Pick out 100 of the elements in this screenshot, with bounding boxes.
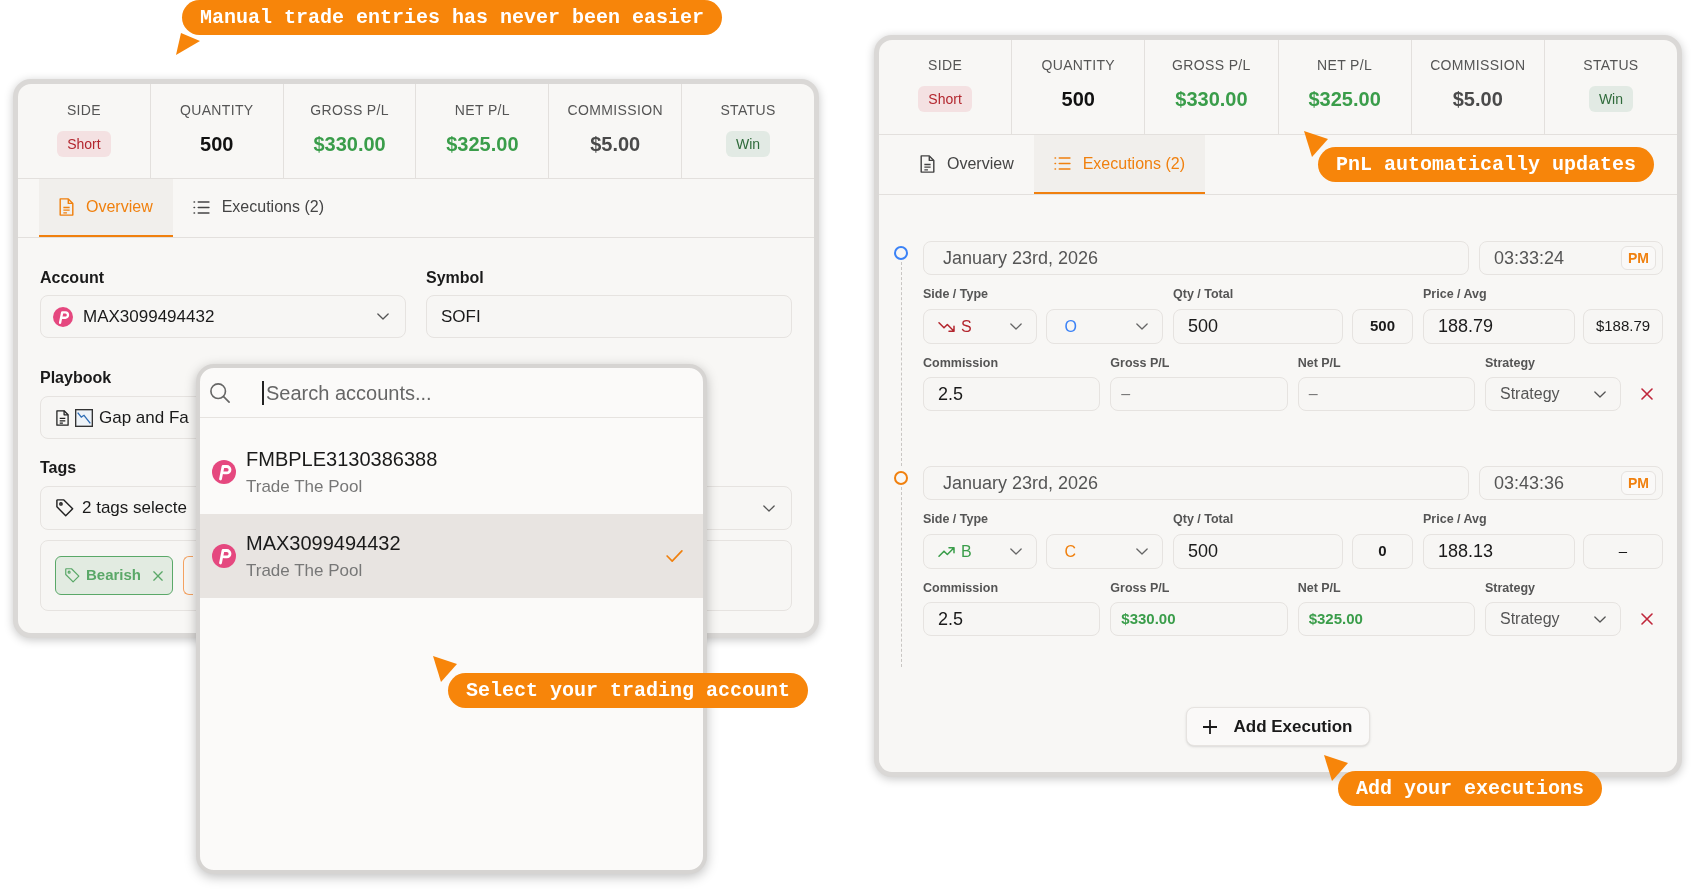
- stat-label: STATUS: [720, 101, 776, 119]
- gross-pl-field: –: [1110, 377, 1288, 411]
- stat-value: $325.00: [1308, 87, 1381, 112]
- strategy-select[interactable]: Strategy: [1485, 602, 1621, 636]
- time-field[interactable]: 03:43:36 PM: [1479, 466, 1663, 500]
- chevron-down-icon: [763, 504, 775, 512]
- stat-label: NET P/L: [1317, 56, 1373, 74]
- plus-icon: [1203, 719, 1218, 734]
- field-label: Account: [40, 268, 104, 288]
- chevron-down-icon: [1136, 548, 1148, 555]
- account-option[interactable]: MAX3099494432 Trade The Pool: [200, 514, 703, 598]
- stat-value: $330.00: [313, 132, 386, 157]
- date-field[interactable]: January 23rd, 2026: [923, 466, 1469, 500]
- chevron-down-icon: [1594, 390, 1606, 398]
- status-badge: Win: [1588, 86, 1633, 112]
- callout: Select your trading account: [448, 673, 809, 708]
- search-field[interactable]: Search accounts...: [266, 377, 687, 408]
- field-label: Strategy: [1485, 356, 1535, 370]
- chevron-down-icon: [1009, 548, 1022, 555]
- stat-label: COMMISSION: [567, 101, 663, 119]
- pointer-icon: [176, 33, 200, 55]
- stat-label: QUANTITY: [179, 101, 254, 119]
- pointer-icon: [1304, 131, 1328, 157]
- stat-value: $5.00: [1452, 87, 1503, 112]
- chevron-down-icon: [377, 313, 389, 320]
- callout: Add your executions: [1338, 771, 1603, 806]
- chevron-down-icon: [1594, 615, 1606, 623]
- field-label: Side / Type: [923, 287, 989, 301]
- status-badge: Win: [726, 131, 771, 157]
- stat-value: $330.00: [1175, 87, 1248, 112]
- logo-icon: [212, 544, 236, 568]
- list-icon: [1053, 157, 1071, 170]
- status-badge: Short: [57, 131, 111, 157]
- list-icon: [192, 200, 210, 214]
- field-label: Gross P/L: [1110, 356, 1170, 370]
- field-label: Playbook: [40, 368, 112, 388]
- field-label: Net P/L: [1297, 581, 1341, 595]
- field-label: Qty / Total: [1173, 512, 1234, 526]
- quantity-field[interactable]: 500: [1173, 534, 1343, 569]
- type-select[interactable]: O: [1045, 309, 1163, 344]
- price-field[interactable]: 188.13: [1423, 534, 1575, 569]
- chevron-down-icon: [1136, 323, 1148, 330]
- stat-value: $5.00: [590, 132, 641, 157]
- net-pl-field: $325.00: [1297, 602, 1475, 636]
- add-execution-button[interactable]: Add Execution: [1186, 707, 1370, 746]
- total-field: 0: [1352, 534, 1413, 569]
- check-icon: [666, 550, 683, 562]
- stat-value: 500: [1061, 87, 1095, 112]
- average-price-field: –: [1583, 534, 1663, 569]
- commission-field[interactable]: 2.5: [923, 602, 1101, 636]
- close-icon: [1641, 613, 1653, 625]
- chart-thumbnail-icon: [75, 408, 93, 427]
- close-icon[interactable]: [153, 570, 164, 581]
- stat-value: $325.00: [446, 132, 519, 157]
- chevron-down-icon: [1009, 323, 1022, 330]
- quantity-field[interactable]: 500: [1173, 309, 1343, 344]
- strategy-select[interactable]: Strategy: [1485, 377, 1621, 411]
- commission-field[interactable]: 2.5: [923, 377, 1101, 411]
- stat-label: SIDE: [66, 101, 101, 119]
- account-select[interactable]: MAX3099494432: [40, 295, 406, 338]
- stat-label: STATUS: [1583, 56, 1639, 74]
- field-label: Gross P/L: [1110, 581, 1170, 595]
- stat-label: QUANTITY: [1041, 56, 1116, 74]
- tag-icon: [65, 568, 80, 583]
- text-cursor-icon: [262, 380, 264, 405]
- tab[interactable]: Overview: [900, 135, 1034, 194]
- document-icon: [59, 198, 74, 216]
- account-option[interactable]: FMBPLE3130386388 Trade The Pool: [200, 430, 703, 514]
- side-select[interactable]: S: [923, 309, 1037, 344]
- document-icon: [920, 154, 935, 173]
- tag-label: Bearish: [86, 565, 142, 586]
- document-icon: [56, 409, 69, 426]
- status-badge: Short: [918, 86, 972, 112]
- logo-icon: [212, 460, 236, 484]
- field-label: Strategy: [1485, 581, 1535, 595]
- trend-up-icon: [938, 546, 955, 557]
- tab[interactable]: Executions (2): [172, 179, 344, 237]
- pointer-icon: [1324, 755, 1348, 781]
- field-label: Tags: [40, 458, 77, 478]
- total-field: 500: [1352, 309, 1413, 344]
- symbol-field[interactable]: SOFI: [426, 295, 792, 338]
- stat-label: SIDE: [928, 56, 963, 74]
- gross-pl-field: $330.00: [1110, 602, 1288, 636]
- field-label: Commission: [923, 356, 998, 370]
- time-field[interactable]: 03:33:24 PM: [1479, 241, 1663, 275]
- field-label: Price / Avg: [1423, 287, 1487, 301]
- tag-icon: [56, 499, 74, 517]
- stat-label: GROSS P/L: [310, 101, 389, 119]
- date-field[interactable]: January 23rd, 2026: [923, 241, 1469, 275]
- average-price-field: $188.79: [1583, 309, 1663, 344]
- search-icon: [210, 382, 230, 403]
- field-label: Symbol: [426, 268, 484, 288]
- callout: PnL automatically updates: [1318, 147, 1655, 182]
- pointer-icon: [433, 656, 457, 682]
- price-field[interactable]: 188.79: [1423, 309, 1575, 344]
- net-pl-field: –: [1297, 377, 1475, 411]
- field-label: Price / Avg: [1423, 512, 1487, 526]
- close-icon: [1641, 388, 1653, 400]
- stat-label: GROSS P/L: [1172, 56, 1251, 74]
- stat-label: NET P/L: [454, 101, 510, 119]
